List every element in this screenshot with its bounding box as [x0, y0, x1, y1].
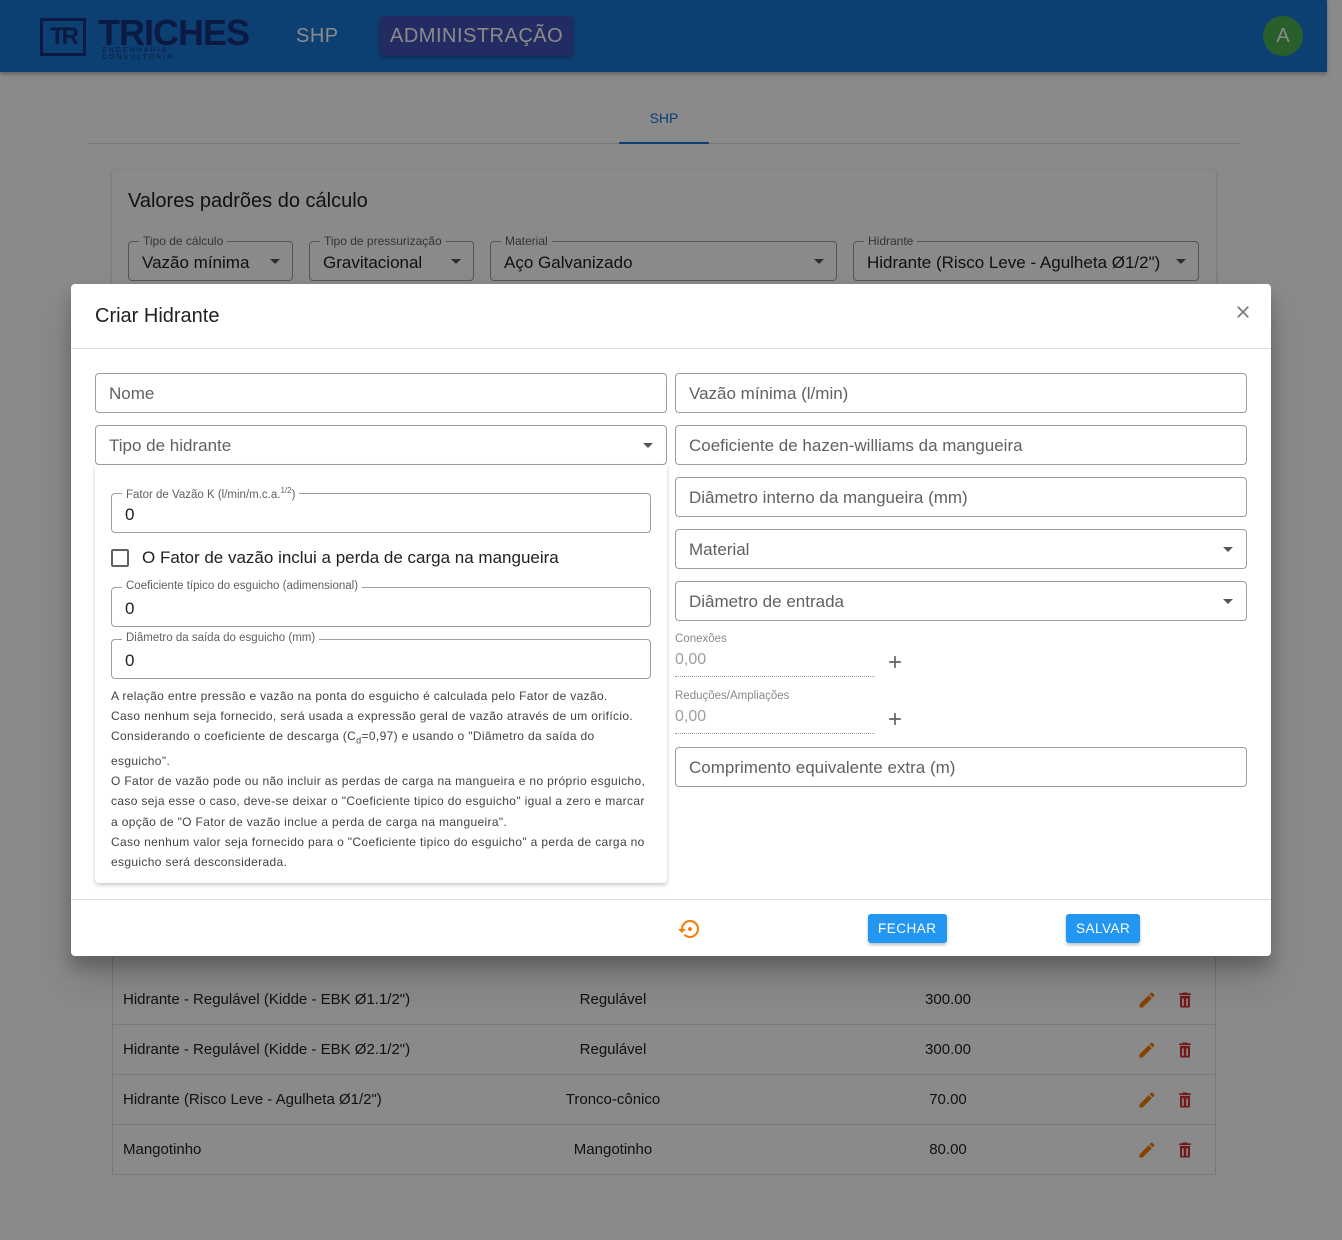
perda-carga-checkbox-label[interactable]: O Fator de vazão inclui a perda de carga… — [142, 548, 559, 568]
add-reducao-icon[interactable] — [885, 709, 905, 729]
salvar-button[interactable]: SALVAR — [1066, 914, 1141, 943]
coeficiente-esguicho-label: Coeficiente típico do esguicho (adimensi… — [122, 580, 363, 592]
conexoes-value: 0,00 — [675, 651, 707, 668]
dropdown-arrow-icon — [1223, 547, 1233, 552]
nome-placeholder: Nome — [109, 384, 155, 403]
tipo-hidrante-select[interactable]: Tipo de hidrante — [95, 425, 667, 465]
help-line: A relação entre pressão e vazão na ponta… — [111, 689, 608, 703]
conexoes-label: Conexões — [675, 633, 727, 645]
diametro-mangueira-input[interactable]: Diâmetro interno da mangueira (mm) — [675, 477, 1247, 517]
diametro-mangueira-placeholder: Diâmetro interno da mangueira (mm) — [689, 488, 968, 507]
fator-vazao-value: 0 — [125, 505, 135, 524]
dialog-header: Criar Hidrante — [71, 284, 1271, 349]
hazen-williams-placeholder: Coeficiente de hazen-williams da manguei… — [689, 436, 1023, 455]
diametro-saida-value: 0 — [125, 651, 135, 670]
criar-hidrante-dialog: Criar Hidrante Nome Tipo de hidrante Fat… — [71, 284, 1271, 956]
fator-label-sup: 1/2 — [280, 486, 292, 495]
fechar-button[interactable]: FECHAR — [868, 914, 947, 943]
fator-vazao-input[interactable]: Fator de Vazão K (l/min/m.c.a.1/2) 0 — [111, 486, 651, 533]
diametro-entrada-select[interactable]: Diâmetro de entrada — [675, 581, 1247, 621]
reducoes-value: 0,00 — [675, 708, 707, 725]
dropdown-arrow-icon — [643, 443, 653, 448]
add-conexao-icon[interactable] — [885, 652, 905, 672]
fator-label-text: Fator de Vazão K (l/min/m.c.a. — [126, 488, 281, 501]
reset-icon[interactable] — [678, 917, 702, 941]
help-line: Caso nenhum valor seja fornecido para o … — [111, 834, 645, 870]
reducoes-label: Reduções/Ampliações — [675, 690, 790, 702]
material-select[interactable]: Material — [675, 529, 1247, 569]
fator-vazao-label: Fator de Vazão K (l/min/m.c.a.1/2) — [122, 486, 300, 501]
dialog-title: Criar Hidrante — [95, 305, 220, 327]
diametro-saida-label: Diâmetro da saída do esguicho (mm) — [122, 632, 320, 644]
reducoes-field[interactable]: Reduções/Ampliações 0,00 — [675, 690, 875, 734]
conexoes-field[interactable]: Conexões 0,00 — [675, 633, 875, 677]
tipo-hidrante-placeholder: Tipo de hidrante — [109, 436, 232, 455]
diametro-saida-input[interactable]: Diâmetro da saída do esguicho (mm) 0 — [111, 632, 651, 679]
coeficiente-esguicho-value: 0 — [125, 599, 135, 618]
help-line: O Fator de vazão pode ou não incluir as … — [111, 774, 646, 829]
dialog-footer: FECHAR SALVAR — [71, 899, 1271, 956]
help-text: A relação entre pressão e vazão na ponta… — [111, 686, 651, 872]
hazen-williams-input[interactable]: Coeficiente de hazen-williams da manguei… — [675, 425, 1247, 465]
comprimento-equivalente-input[interactable]: Comprimento equivalente extra (m) — [675, 747, 1247, 787]
diametro-entrada-placeholder: Diâmetro de entrada — [689, 592, 844, 611]
nome-input[interactable]: Nome — [95, 373, 667, 413]
material-placeholder: Material — [689, 540, 750, 559]
vazao-minima-placeholder: Vazão mínima (l/min) — [689, 384, 849, 403]
help-line: Caso nenhum seja fornecido, será usada a… — [111, 709, 634, 724]
comprimento-equivalente-placeholder: Comprimento equivalente extra (m) — [689, 758, 956, 777]
coeficiente-esguicho-input[interactable]: Coeficiente típico do esguicho (adimensi… — [111, 580, 651, 627]
close-icon[interactable] — [1233, 302, 1253, 322]
perda-carga-checkbox[interactable] — [111, 549, 129, 567]
help-line: Considerando o coeficiente de descarga (… — [111, 726, 651, 771]
fator-label-end: ) — [291, 488, 296, 501]
help-text-part: Considerando o coeficiente de descarga (… — [111, 729, 357, 744]
vazao-minima-input[interactable]: Vazão mínima (l/min) — [675, 373, 1247, 413]
dropdown-arrow-icon — [1223, 599, 1233, 604]
